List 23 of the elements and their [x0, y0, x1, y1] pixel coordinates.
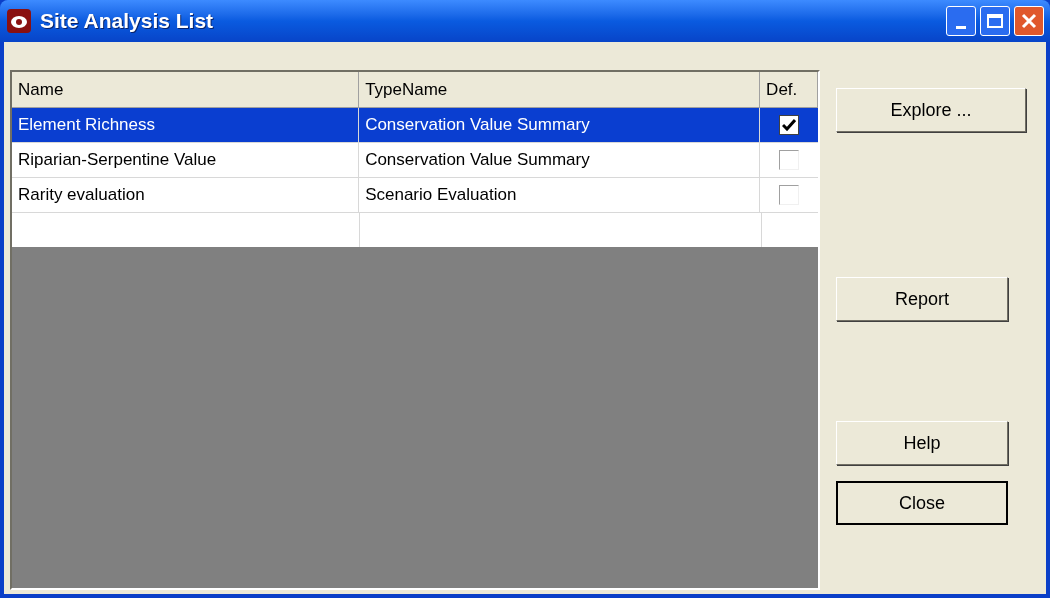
window-title: Site Analysis List	[40, 8, 214, 35]
minimize-button[interactable]	[946, 6, 976, 36]
table-cell: Scenario Evaluation	[359, 178, 761, 213]
dialog-button[interactable]: Close	[836, 481, 1008, 525]
table-cell: Rarity evaluation	[12, 178, 360, 213]
table-cell: Riparian-Serpentine Value	[12, 143, 360, 178]
table-row[interactable]: Rarity evaluation Scenario Evaluation	[12, 178, 818, 213]
checkbox[interactable]	[779, 150, 800, 170]
table-cell: Conservation Value Summary	[359, 108, 761, 143]
table-cell: Element Richness	[12, 108, 360, 143]
app-logo-icon	[6, 8, 32, 34]
close-button[interactable]	[1014, 6, 1044, 36]
checkbox[interactable]	[779, 115, 800, 135]
table-row[interactable]: Element Richness Conservation Value Summary	[12, 108, 818, 143]
checkbox[interactable]	[779, 185, 800, 205]
checkmark-icon	[782, 119, 797, 131]
dialog-button[interactable]: Help	[836, 421, 1008, 465]
maximize-button[interactable]	[980, 6, 1010, 36]
dialog-button[interactable]: Explore ...	[836, 88, 1026, 132]
table-cell: Conservation Value Summary	[359, 143, 761, 178]
table-row[interactable]: Riparian-Serpentine Value Conservation Value Summary	[12, 143, 818, 178]
close-icon	[1021, 13, 1037, 29]
dialog-button[interactable]: Report	[836, 277, 1008, 321]
